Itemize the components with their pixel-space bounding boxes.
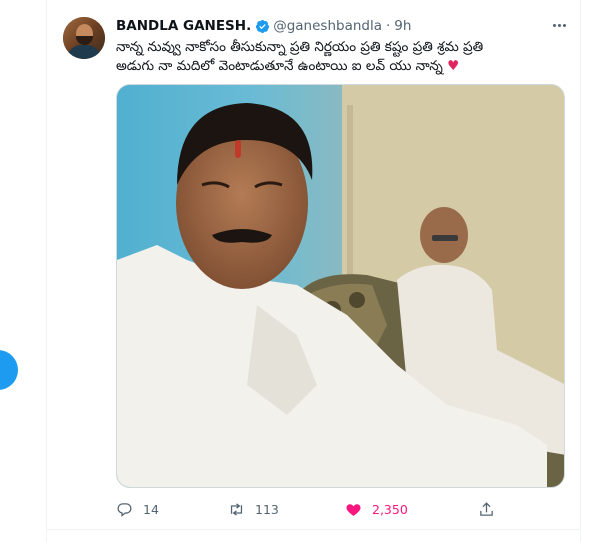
user-handle[interactable]: @ganeshbandla (273, 18, 382, 34)
header-separator: · (386, 18, 391, 34)
share-icon (480, 501, 493, 516)
tweet-text: నాన్న నువ్వు నాకోసం తీసుకున్నా ప్రతి నిర… (116, 38, 566, 76)
retweet-button[interactable]: 113 (228, 498, 279, 520)
avatar[interactable] (63, 17, 105, 59)
retweet-count: 113 (255, 501, 279, 517)
tweet-card[interactable]: BANDLA GANESH. @ganeshbandla · 9h నాన్న … (47, 0, 580, 530)
tweet-header: BANDLA GANESH. @ganeshbandla · 9h (116, 16, 411, 36)
tweet-divider (47, 529, 580, 530)
tweet-actions: 14 113 2,350 (116, 498, 565, 520)
like-button[interactable]: 2,350 (345, 498, 408, 520)
more-horizontal-icon[interactable] (547, 14, 571, 36)
share-button[interactable] (478, 498, 505, 520)
display-name[interactable]: BANDLA GANESH. (116, 18, 251, 34)
heart-icon (346, 503, 361, 516)
verified-badge-icon (256, 19, 270, 33)
reply-count: 14 (143, 501, 159, 517)
tweet-photo[interactable] (116, 84, 565, 488)
tweet-text-line-1: నాన్న నువ్వు నాకోసం తీసుకున్నా ప్రతి నిర… (116, 39, 484, 55)
red-heart-emoji: ♥ (447, 58, 460, 74)
reply-button[interactable]: 14 (116, 498, 159, 520)
selfie-photo-image (117, 85, 564, 487)
tweet-timestamp[interactable]: 9h (394, 18, 411, 34)
timeline-border-right (580, 0, 581, 542)
reply-icon (117, 502, 132, 517)
retweet-icon (230, 502, 243, 516)
tweet-text-line-2: అడుగు నా మదిలో వెంటాడుతూనే ఉంటాయి ఐ లవ్ … (116, 58, 460, 74)
like-count: 2,350 (372, 501, 408, 517)
compose-fab-button[interactable] (0, 350, 18, 390)
